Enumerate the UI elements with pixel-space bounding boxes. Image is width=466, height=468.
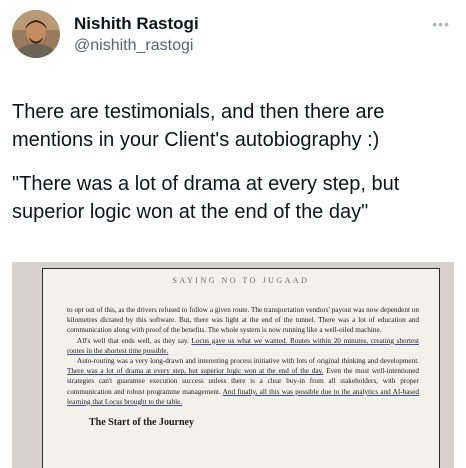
highlighted-text: There was a lot of drama at every step, …	[67, 367, 324, 376]
avatar[interactable]	[12, 10, 60, 58]
book-section-heading: The Start of the Journey	[89, 417, 194, 428]
book-body-text: to opt out of this, as the drivers refus…	[67, 305, 419, 407]
book-page: SAYING NO TO JUGAAD to opt out of this, …	[42, 268, 440, 468]
book-paragraph: Auto-routing was a very long-drawn and i…	[67, 356, 419, 407]
attached-photo[interactable]: SAYING NO TO JUGAAD to opt out of this, …	[12, 262, 454, 468]
display-name[interactable]: Nishith Rastogi	[74, 14, 199, 34]
more-horizontal-icon[interactable]: •••	[432, 16, 450, 32]
book-paragraph: to opt out of this, as the drivers refus…	[67, 306, 419, 335]
tweet-text-paragraph-1: There are testimonials, and then there a…	[12, 101, 385, 151]
book-text: Auto-routing was a very long-drawn and i…	[77, 357, 419, 366]
book-paragraph: All's well that ends well, as they say. …	[67, 336, 419, 356]
book-text: All's well that ends well, as they say.	[77, 336, 192, 345]
tweet-header: Nishith Rastogi @nishith_rastogi •••	[12, 10, 454, 66]
book-running-head: SAYING NO TO JUGAAD	[172, 276, 310, 285]
tweet-text-paragraph-2: "There was a lot of drama at every step,…	[12, 173, 400, 223]
user-handle[interactable]: @nishith_rastogi	[74, 37, 193, 55]
